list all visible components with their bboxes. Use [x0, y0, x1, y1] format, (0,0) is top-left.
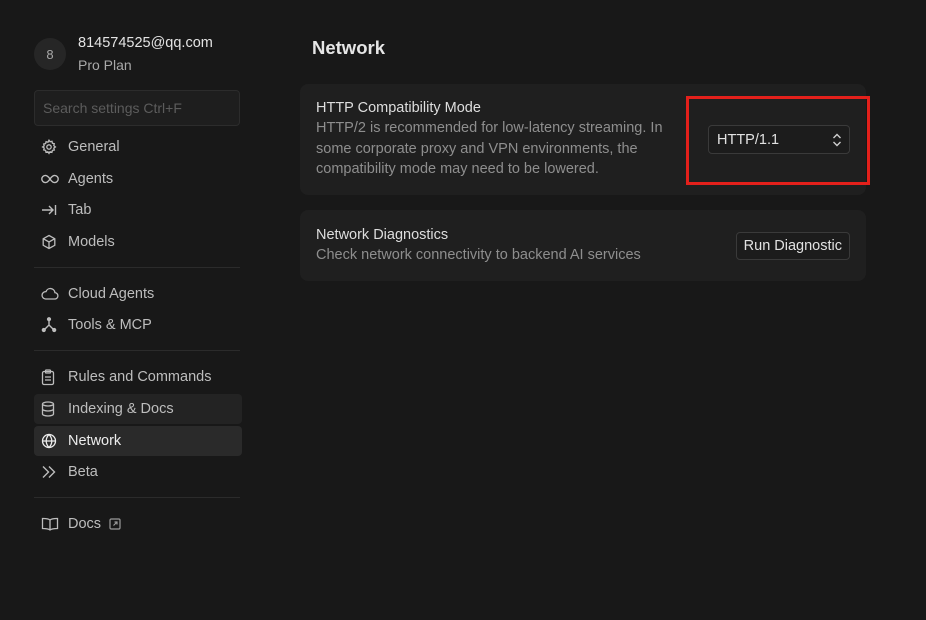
- sidebar-divider: [34, 266, 240, 268]
- sidebar-item-agents[interactable]: Agents: [34, 164, 242, 194]
- nav-group-4: Docs: [34, 509, 242, 539]
- nav-group-1: General Agents Tab Models: [34, 132, 242, 257]
- sidebar-item-label: Tools & MCP: [68, 317, 152, 334]
- nav-group-3: Rules and Commands Indexing & Docs Netwo…: [34, 362, 242, 487]
- book-icon: [41, 515, 61, 533]
- search-settings-input[interactable]: [34, 90, 240, 126]
- sidebar-item-label: Cloud Agents: [68, 285, 155, 302]
- http-compatibility-description: HTTP/2 is recommended for low-latency st…: [316, 120, 663, 177]
- clipboard-icon: [41, 368, 61, 386]
- sidebar-item-cloud-agents[interactable]: Cloud Agents: [34, 279, 242, 309]
- run-diagnostic-button[interactable]: Run Diagnostic: [735, 232, 850, 260]
- sidebar-item-label: Models: [68, 233, 115, 250]
- sidebar-item-network[interactable]: Network: [34, 425, 242, 456]
- sidebar-item-tools-mcp[interactable]: Tools & MCP: [34, 310, 242, 340]
- sidebar-item-label: Agents: [68, 170, 114, 187]
- sidebar-item-label: Rules and Commands: [68, 369, 212, 386]
- sidebar-divider: [34, 350, 240, 352]
- sidebar-item-label: Beta: [68, 464, 98, 481]
- sidebar-item-label: Network: [68, 432, 122, 449]
- http-compatibility-title: HTTP Compatibility Mode: [316, 100, 481, 116]
- external-link-icon: [109, 518, 121, 530]
- tools-network-icon: [41, 316, 61, 334]
- sidebar-item-docs[interactable]: Docs: [34, 509, 242, 539]
- http-mode-select[interactable]: HTTP/1.1: [708, 125, 850, 154]
- settings-sidebar: 8 814574525@qq.com Pro Plan General: [34, 30, 242, 541]
- nav-group-2: Cloud Agents Tools & MCP: [34, 279, 242, 341]
- globe-icon: [41, 432, 61, 450]
- settings-window: 8 814574525@qq.com Pro Plan General: [0, 0, 926, 620]
- sidebar-divider: [34, 497, 240, 499]
- sidebar-item-models[interactable]: Models: [34, 227, 242, 257]
- sidebar-item-tab[interactable]: Tab: [34, 195, 242, 225]
- http-compatibility-card: HTTP Compatibility Mode HTTP/2 is recomm…: [300, 84, 866, 195]
- double-chevron-icon: [41, 463, 61, 481]
- sidebar-item-label: Tab: [68, 202, 92, 219]
- sidebar-item-label: General: [68, 139, 120, 155]
- network-diagnostics-card: Network Diagnostics Check network connec…: [300, 210, 866, 281]
- cube-icon: [41, 233, 61, 251]
- sidebar-item-general[interactable]: General: [34, 132, 242, 162]
- page-title: Network: [312, 37, 385, 58]
- chevron-up-down-icon: [831, 131, 843, 153]
- profile-email: 814574525@qq.com: [78, 35, 213, 51]
- infinity-icon: [41, 170, 61, 188]
- network-diagnostics-description: Check network connectivity to backend AI…: [316, 247, 641, 263]
- gear-icon: [41, 138, 61, 156]
- cloud-icon: [41, 285, 61, 303]
- settings-content: Network HTTP Compatibility Mode HTTP/2 i…: [300, 30, 866, 281]
- tab-arrow-icon: [41, 201, 61, 219]
- http-mode-selected-value: HTTP/1.1: [717, 131, 780, 148]
- sidebar-item-indexing-docs[interactable]: Indexing & Docs: [34, 393, 242, 424]
- avatar: 8: [34, 38, 66, 70]
- sidebar-item-beta[interactable]: Beta: [34, 457, 242, 487]
- profile-plan: Pro Plan: [78, 57, 132, 73]
- database-icon: [41, 400, 61, 418]
- sidebar-item-label: Docs: [68, 516, 102, 533]
- user-profile: 8 814574525@qq.com Pro Plan: [34, 30, 242, 82]
- sidebar-item-rules-commands[interactable]: Rules and Commands: [34, 362, 242, 392]
- sidebar-item-label: Indexing & Docs: [68, 400, 174, 417]
